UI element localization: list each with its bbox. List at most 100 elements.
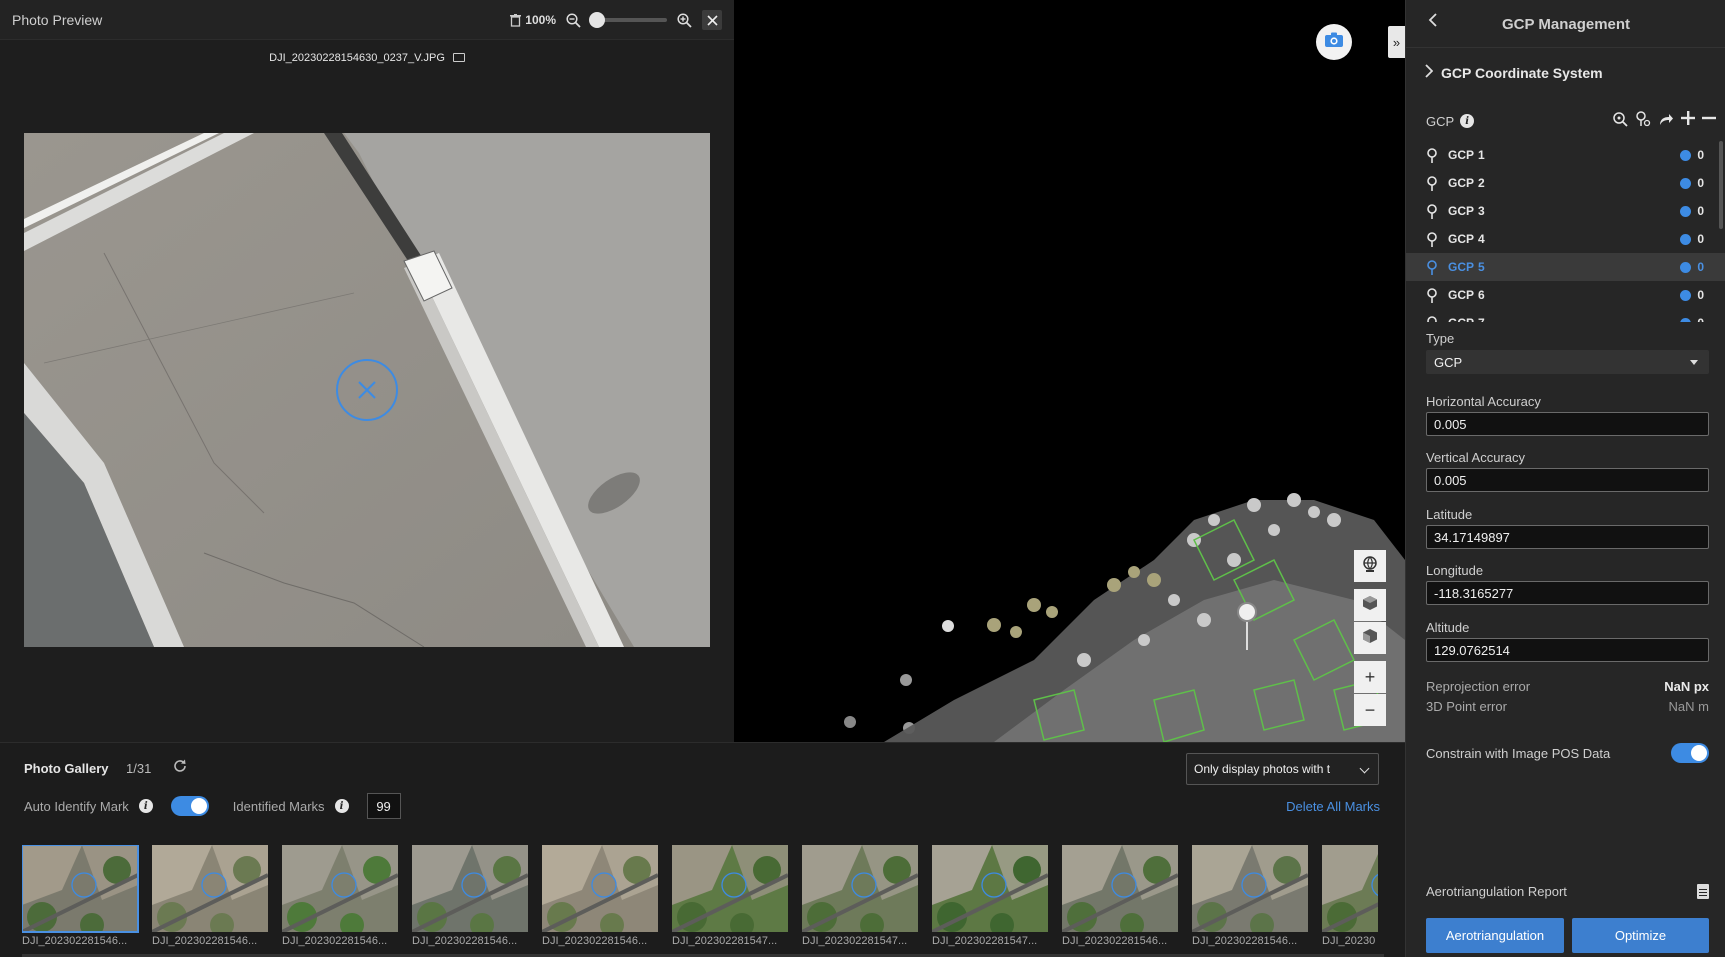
auto-identify-label: Auto Identify Mark	[24, 798, 129, 814]
collapse-panel-button[interactable]: »	[1388, 26, 1405, 58]
photo-filter-value: Only display photos with t	[1194, 762, 1331, 776]
gallery-count: 1/31	[126, 761, 152, 776]
cube-icon	[1362, 595, 1378, 616]
gcp-item-badge: 0	[1680, 288, 1704, 302]
cube-side-icon	[1362, 628, 1378, 649]
check-icon	[1680, 233, 1692, 245]
latitude-input[interactable]: 34.17149897	[1426, 525, 1709, 549]
thumbnail-image	[282, 845, 398, 932]
camera-icon	[1324, 32, 1344, 53]
refresh-icon[interactable]	[172, 758, 188, 779]
gcp-list-item[interactable]: GCP 1 0	[1406, 141, 1725, 169]
zoom-in-icon[interactable]	[677, 12, 692, 28]
thumbnail-image	[672, 845, 788, 932]
3d-view[interactable]: » + −	[734, 0, 1405, 742]
double-chevron-icon: »	[1392, 34, 1401, 50]
gcp-item-prefix: GCP	[1448, 260, 1475, 274]
camera-button[interactable]	[1316, 24, 1352, 60]
gcp-item-badge: 0	[1680, 204, 1704, 218]
gcp-list-scrollbar[interactable]	[1719, 141, 1723, 229]
gcp-list-item[interactable]: GCP 3 0	[1406, 197, 1725, 225]
map-pin-icon	[1426, 147, 1438, 163]
report-document-icon[interactable]	[1697, 884, 1709, 899]
zoom-slider[interactable]	[589, 12, 667, 28]
constrain-pos-row: Constrain with Image POS Data	[1426, 743, 1709, 763]
zoom-level: 100%	[525, 13, 556, 27]
close-preview-button[interactable]	[702, 10, 722, 30]
aerotriangulation-report-row: Aerotriangulation Report	[1426, 884, 1709, 899]
gallery-thumbnail[interactable]: DJI_202302281546...	[22, 845, 139, 947]
constrain-pos-toggle[interactable]	[1671, 743, 1709, 763]
gcp-list-item[interactable]: GCP 6 0	[1406, 281, 1725, 309]
thumbnail-caption: DJI_202302281546...	[282, 935, 388, 947]
zoom-in-3d-button[interactable]: +	[1354, 661, 1386, 693]
preview-title: Photo Preview	[12, 12, 103, 28]
gcp-list-item[interactable]: GCP7 0	[1406, 309, 1725, 322]
point-cloud	[844, 493, 1405, 742]
zoom-out-icon[interactable]	[566, 12, 581, 28]
longitude-input[interactable]: -118.3165277	[1426, 581, 1709, 605]
preview-photo[interactable]	[24, 133, 710, 647]
view-side-button[interactable]	[1354, 622, 1386, 654]
thumbnail-image	[1322, 845, 1378, 932]
vertical-accuracy-input[interactable]: 0.005	[1426, 468, 1709, 492]
identified-marks-input[interactable]: 99	[366, 793, 401, 819]
gallery-thumbnail[interactable]: DJI_20230	[1322, 845, 1378, 947]
gallery-thumbnail[interactable]: DJI_202302281547...	[802, 845, 918, 947]
identified-marks-label: Identified Marks	[232, 798, 325, 814]
info-icon[interactable]: i	[1460, 114, 1475, 128]
type-select[interactable]: GCP	[1426, 350, 1709, 374]
gcp-list-item[interactable]: GCP 4 0	[1406, 225, 1725, 253]
gcp-item-number: 6	[1478, 288, 1485, 302]
gcp-item-prefix: GCP	[1448, 232, 1475, 246]
auto-identify-toggle[interactable]	[170, 796, 209, 816]
zoom-out-3d-button[interactable]: −	[1354, 694, 1386, 726]
auto-identify-info-icon[interactable]: i	[138, 799, 153, 813]
zoom-slider-handle[interactable]	[589, 12, 605, 28]
gallery-thumbnail[interactable]: DJI_202302281546...	[1192, 845, 1308, 947]
photo-filter-select[interactable]: Only display photos with t	[1186, 753, 1379, 785]
gallery-thumbnail[interactable]: DJI_202302281546...	[1062, 845, 1178, 947]
check-icon	[1680, 177, 1692, 189]
export-icon[interactable]	[1658, 111, 1674, 131]
gallery-thumbnail[interactable]: DJI_202302281546...	[282, 845, 398, 947]
search-point-icon[interactable]	[1635, 111, 1651, 131]
map-pin-icon	[1426, 287, 1438, 303]
thumbnail-image	[1062, 845, 1178, 932]
gcp-item-badge: 0	[1680, 316, 1704, 322]
minus-icon: −	[1364, 699, 1376, 720]
type-label: Type	[1426, 331, 1455, 346]
gallery-thumbnail[interactable]: DJI_202302281547...	[932, 845, 1048, 947]
gcp-item-count: 0	[1697, 232, 1704, 246]
optimize-button[interactable]: Optimize	[1572, 918, 1709, 953]
coordinate-system-section[interactable]: GCP Coordinate System	[1424, 64, 1603, 81]
add-gcp-icon[interactable]	[1681, 111, 1695, 131]
gallery-thumbnail[interactable]: DJI_202302281546...	[412, 845, 528, 947]
view-top-button[interactable]	[1354, 589, 1386, 621]
photo-preview-panel: Photo Preview 100% DJI_20230228154630_02…	[0, 0, 734, 742]
view-reset-button[interactable]	[1354, 550, 1386, 582]
identified-marks-info-icon[interactable]: i	[334, 799, 349, 813]
zoom-toolbar: 100%	[510, 8, 722, 32]
remove-gcp-icon[interactable]	[1702, 111, 1716, 131]
gcp-list-item[interactable]: GCP 5 0	[1406, 253, 1725, 281]
altitude-input[interactable]: 129.0762514	[1426, 638, 1709, 662]
gallery-thumbnail[interactable]: DJI_202302281547...	[672, 845, 788, 947]
chevron-down-icon	[1359, 763, 1370, 774]
map-pin-icon	[1426, 259, 1438, 275]
thumbnail-caption: DJI_202302281547...	[672, 935, 778, 947]
gcp-item-number: 4	[1478, 232, 1485, 246]
horizontal-accuracy-input[interactable]: 0.005	[1426, 412, 1709, 436]
aerotriangulation-button[interactable]: Aerotriangulation	[1426, 918, 1564, 953]
gallery-thumbnail[interactable]: DJI_202302281546...	[542, 845, 658, 947]
gcp-item-count: 0	[1697, 260, 1704, 274]
locate-icon[interactable]	[1612, 111, 1628, 131]
reprojection-error-value: NaN px	[1664, 679, 1709, 694]
delete-all-marks-link[interactable]: Delete All Marks	[1286, 799, 1380, 814]
folder-icon[interactable]	[452, 53, 465, 62]
gcp-list-item[interactable]: GCP 2 0	[1406, 169, 1725, 197]
trash-icon[interactable]	[510, 13, 522, 27]
gallery-thumbnail[interactable]: DJI_202302281546...	[152, 845, 268, 947]
check-icon	[1680, 317, 1692, 322]
thumbnail-caption: DJI_202302281546...	[1062, 935, 1168, 947]
